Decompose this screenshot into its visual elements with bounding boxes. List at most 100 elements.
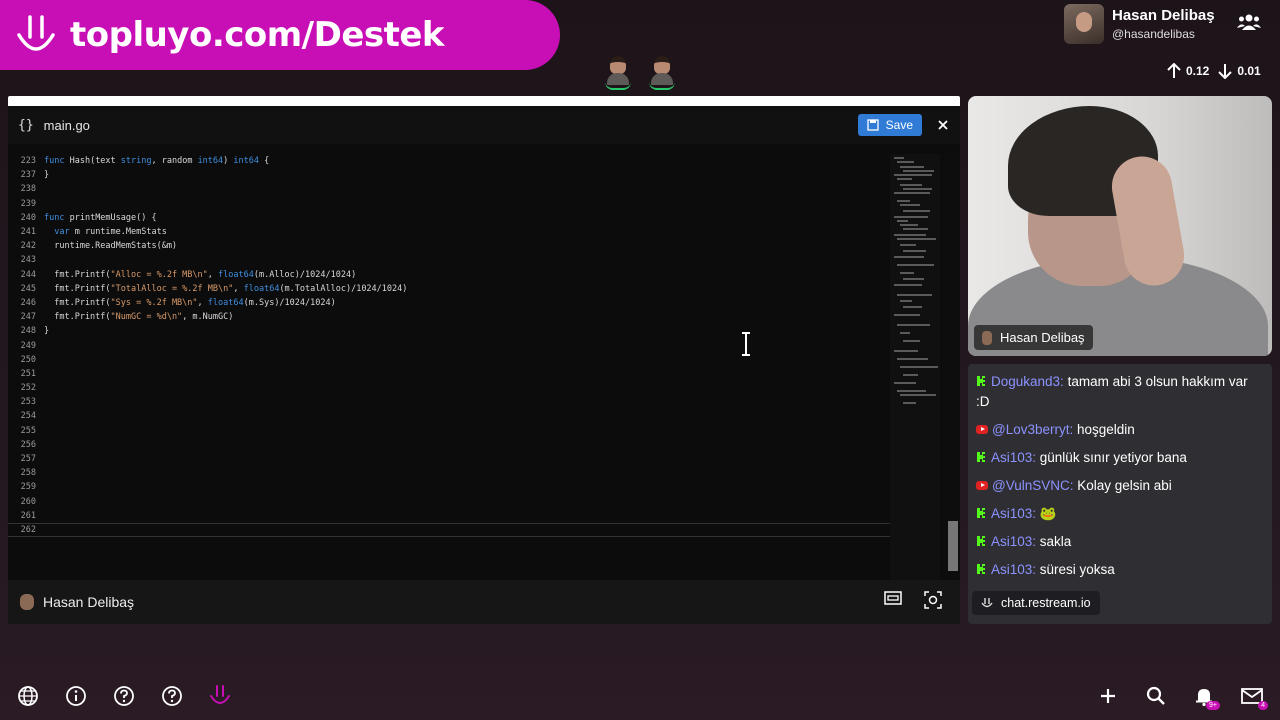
code-line[interactable]: 223 func Hash(text string, random int64) … [8,154,890,168]
search-icon[interactable] [1144,684,1168,708]
help-icon[interactable] [160,684,184,708]
chat-username[interactable]: Asi103: [991,562,1040,577]
chat-username[interactable]: Asi103: [991,450,1040,465]
notification-count: 9+ [1206,701,1220,710]
webcam-feed: Hasan Delibaş [968,96,1272,356]
plus-icon[interactable] [1096,684,1120,708]
scrollbar-thumb[interactable] [948,521,958,571]
avatar [1064,4,1104,44]
code-line[interactable]: 249 [8,338,890,352]
help-icon[interactable] [112,684,136,708]
participant-avatar[interactable] [647,54,677,90]
chat-message: Dogukand3: tamam abi 3 olsun hakkım var … [976,372,1264,412]
chat-badge-label: chat.restream.io [1001,596,1091,610]
code-line[interactable]: 261 [8,509,890,523]
code-line[interactable]: 239 [8,197,890,211]
info-icon[interactable] [64,684,88,708]
code-line[interactable]: 237} [8,168,890,182]
code-line[interactable]: 240 func printMemUsage() { [8,211,890,225]
arrow-up-icon [1167,63,1181,78]
chat-username[interactable]: Asi103: [991,506,1040,521]
webcam-name: Hasan Delibaş [1000,330,1085,345]
line-number: 256 [20,439,36,450]
close-icon[interactable] [936,118,950,132]
code-area[interactable]: 223 func Hash(text string, random int64) … [8,154,890,586]
line-number: 252 [20,383,36,394]
code-line[interactable]: 254 [8,409,890,423]
code-line[interactable]: 246 fmt.Printf("Sys = %.2f MB\n", float6… [8,296,890,310]
upload-value: 0.12 [1186,64,1210,78]
save-button[interactable]: Save [857,114,922,136]
line-number: 253 [20,397,36,408]
screenshot-icon[interactable] [924,590,942,614]
code-line[interactable]: 253 [8,395,890,409]
line-number: 238 [20,184,36,195]
code-text: func printMemUsage() { [44,212,157,223]
code-line[interactable]: 241 var m runtime.MemStats [8,225,890,239]
picture-in-picture-icon[interactable] [884,590,902,614]
line-number: 247 [20,312,36,323]
code-line[interactable]: 252 [8,381,890,395]
kick-icon [976,449,988,462]
network-stats: 0.12 0.01 [1166,63,1269,79]
code-line[interactable]: 259 [8,480,890,494]
topluyo-logo-icon[interactable] [208,684,232,708]
line-number: 254 [20,411,36,422]
line-number: 260 [20,496,36,507]
user-profile[interactable]: Hasan Delibaş @hasandelibas [1064,4,1261,44]
arrow-down-icon [1218,64,1233,79]
chat-message: @VulnSVNC: Kolay gelsin abi [976,476,1264,496]
line-number: 241 [20,227,36,238]
code-text: } [44,326,50,337]
chat-text: sakla [1039,534,1072,549]
profile-name: Hasan Delibaş [1112,7,1215,24]
chat-text: 🐸 [1039,506,1057,521]
line-number: 261 [20,510,36,521]
minimap[interactable] [890,154,940,582]
participant-avatar[interactable] [603,54,633,90]
chat-message: Asi103: sakla [976,532,1264,552]
code-line[interactable]: 257 [8,452,890,466]
code-line[interactable]: 247 fmt.Printf("NumGC = %d\n", m.NumGC) [8,310,890,324]
line-number: 249 [20,340,36,351]
code-line[interactable]: 262 [8,522,890,538]
code-line[interactable]: 250 [8,353,890,367]
code-line[interactable]: 244 fmt.Printf("Alloc = %.2f MB\n", floa… [8,268,890,282]
code-line[interactable]: 255 [8,424,890,438]
chat-username[interactable]: @VulnSVNC: [992,478,1077,493]
code-line[interactable]: 243 [8,253,890,267]
editor-owner-name: Hasan Delibaş [43,594,135,610]
line-number: 255 [20,425,36,436]
editor-footer: Hasan Delibaş [8,580,960,624]
line-number: 237 [20,170,36,181]
code-text: func Hash(text string, random int64) int… [44,156,270,167]
line-number: 258 [20,468,36,479]
line-number: 245 [20,283,36,294]
code-braces-icon: {} [18,117,34,133]
globe-icon[interactable] [16,684,40,708]
mail-icon[interactable]: 4 [1240,684,1268,710]
people-icon[interactable] [1236,13,1261,36]
code-line[interactable]: 238 [8,182,890,196]
chat-username[interactable]: Asi103: [991,534,1040,549]
chat-username[interactable]: @Lov3berryt: [992,422,1077,437]
code-line[interactable]: 258 [8,466,890,480]
code-line[interactable]: 256 [8,438,890,452]
code-text: fmt.Printf("Sys = %.2f MB\n", float64(m.… [44,297,336,308]
chat-username[interactable]: Dogukand3: [991,374,1068,389]
code-line[interactable]: 260 [8,495,890,509]
youtube-icon [976,425,988,434]
code-text: var m runtime.MemStats [54,227,167,238]
avatar [20,594,34,610]
code-line[interactable]: 242 runtime.ReadMemStats(&m) [8,239,890,253]
kick-icon [976,561,988,574]
code-line[interactable]: 251 [8,367,890,381]
save-label: Save [885,118,913,132]
chat-source-badge[interactable]: chat.restream.io [972,591,1100,615]
code-line[interactable]: 245 fmt.Printf("TotalAlloc = %.2f MB\n",… [8,282,890,296]
editor-header: {} main.go Save [8,106,960,144]
bell-icon[interactable]: 9+ [1192,684,1220,710]
code-text: fmt.Printf("NumGC = %d\n", m.NumGC) [44,312,234,323]
line-number: 243 [20,255,36,266]
code-line[interactable]: 248} [8,324,890,338]
